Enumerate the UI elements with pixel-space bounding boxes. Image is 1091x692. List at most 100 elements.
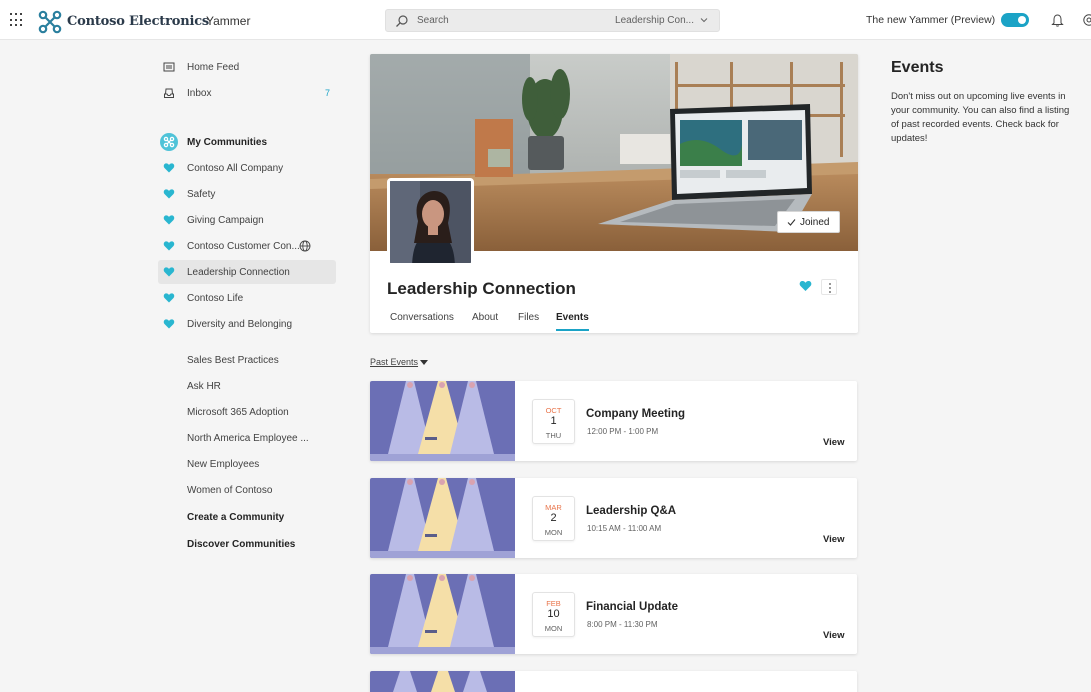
sidebar-item-favorite[interactable]: Contoso Customer Con... xyxy=(158,234,336,258)
event-banner-image xyxy=(370,478,515,558)
sidebar-item-label: Leadership Connection xyxy=(187,267,290,278)
events-panel-title: Events xyxy=(891,59,944,76)
globe-icon xyxy=(299,240,311,252)
sidebar-item-favorite[interactable]: Contoso All Company xyxy=(158,156,336,180)
settings-icon[interactable] xyxy=(1082,13,1091,27)
search-input[interactable]: Search xyxy=(417,15,449,26)
community-avatar xyxy=(387,178,474,266)
event-title[interactable]: Company Meeting xyxy=(586,408,685,420)
inbox-icon xyxy=(164,88,174,98)
sidebar-item-label: Ask HR xyxy=(187,381,221,392)
tab-conversations[interactable]: Conversations xyxy=(390,312,454,323)
app-launcher-icon[interactable] xyxy=(10,13,24,27)
sidebar-item-label: Contoso Customer Con... xyxy=(187,241,300,252)
event-banner-image xyxy=(370,671,515,692)
sidebar-item-community[interactable]: Sales Best Practices xyxy=(158,348,336,372)
contoso-logo-icon[interactable] xyxy=(38,10,62,34)
preview-label: The new Yammer (Preview) xyxy=(866,14,996,26)
search-scope-dropdown[interactable]: Leadership Con... xyxy=(615,15,694,26)
event-card[interactable]: MAR 2 MON Leadership Q&A 10:15 AM - 11:00 AM… xyxy=(370,478,857,558)
sidebar-item-label: New Employees xyxy=(187,459,260,470)
top-bar: Contoso Electronics Yammer Search Leader… xyxy=(0,0,1091,40)
sidebar-item-label: Microsoft 365 Adoption xyxy=(187,407,289,418)
sidebar-item-community[interactable]: Women of Contoso xyxy=(158,478,336,502)
event-date: OCT 1 THU xyxy=(532,399,575,444)
preview-toggle[interactable] xyxy=(1001,13,1029,27)
communities-icon xyxy=(160,133,178,151)
sidebar-item-label: Safety xyxy=(187,189,216,200)
heart-icon xyxy=(163,215,175,225)
caret-down-icon[interactable] xyxy=(420,360,428,365)
event-card[interactable] xyxy=(370,671,857,692)
view-event-button[interactable]: View xyxy=(823,437,844,448)
event-title[interactable]: Financial Update xyxy=(586,601,678,613)
sidebar-item-favorite[interactable]: Safety xyxy=(158,182,336,206)
sidebar-item-inbox[interactable]: Inbox 7 xyxy=(158,81,336,105)
event-month: MAR xyxy=(545,503,562,512)
sidebar-item-favorite[interactable]: Contoso Life xyxy=(158,286,336,310)
inbox-count-badge: 7 xyxy=(324,88,330,98)
home-feed-icon xyxy=(163,62,175,72)
heart-icon xyxy=(163,241,175,251)
event-date: FEB 10 MON xyxy=(532,592,575,637)
sidebar-item-favorite[interactable]: Giving Campaign xyxy=(158,208,336,232)
sidebar-item-favorite[interactable]: Diversity and Belonging xyxy=(158,312,336,336)
sidebar-item-community[interactable]: Ask HR xyxy=(158,374,336,398)
view-event-button[interactable]: View xyxy=(823,630,844,641)
event-month: FEB xyxy=(546,599,561,608)
past-events-filter[interactable]: Past Events xyxy=(370,357,418,367)
create-community-label: Create a Community xyxy=(187,512,285,523)
event-weekday: MON xyxy=(544,528,563,537)
heart-icon xyxy=(163,319,175,329)
sidebar-item-community[interactable]: North America Employee ... xyxy=(158,426,336,450)
community-header-card: Joined Leadership Connection Conversatio… xyxy=(370,54,858,333)
sidebar-item-community[interactable]: New Employees xyxy=(158,452,336,476)
joined-button[interactable]: Joined xyxy=(777,211,840,233)
tab-files[interactable]: Files xyxy=(518,312,539,323)
heart-icon xyxy=(163,267,175,277)
favorite-heart-icon[interactable] xyxy=(799,280,812,292)
event-day: 1 xyxy=(550,415,557,427)
event-banner-image xyxy=(370,381,515,461)
sidebar-item-label: Contoso Life xyxy=(187,293,244,304)
more-options-button[interactable] xyxy=(821,279,837,295)
event-card[interactable]: FEB 10 MON Financial Update 8:00 PM - 11:30 … xyxy=(370,574,857,654)
event-card[interactable]: OCT 1 THU Company Meeting 12:00 PM - 1:00 PM… xyxy=(370,381,857,461)
heart-icon xyxy=(163,189,175,199)
chevron-down-icon[interactable] xyxy=(699,15,709,25)
bell-icon[interactable] xyxy=(1051,13,1064,27)
sidebar-item-label: Sales Best Practices xyxy=(187,355,279,366)
search-box[interactable]: Search Leadership Con... xyxy=(385,9,720,32)
tab-about[interactable]: About xyxy=(472,312,498,323)
tab-events[interactable]: Events xyxy=(556,312,589,331)
sidebar-item-label: Women of Contoso xyxy=(187,485,273,496)
sidebar-item-label: Inbox xyxy=(187,88,212,99)
event-banner-image xyxy=(370,574,515,654)
checkmark-icon xyxy=(787,219,796,226)
search-icon xyxy=(396,15,408,27)
event-time: 8:00 PM - 11:30 PM xyxy=(587,620,658,629)
event-day: 2 xyxy=(550,512,557,524)
discover-communities-link[interactable]: Discover Communities xyxy=(158,532,336,556)
sidebar-item-label: Home Feed xyxy=(187,62,240,73)
create-community-link[interactable]: Create a Community xyxy=(158,505,336,529)
sidebar-item-home-feed[interactable]: Home Feed xyxy=(158,55,336,79)
sidebar-item-favorite[interactable]: Leadership Connection xyxy=(158,260,336,284)
sidebar-item-community[interactable]: Microsoft 365 Adoption xyxy=(158,400,336,424)
event-time: 12:00 PM - 1:00 PM xyxy=(587,427,659,436)
sidebar-item-my-communities[interactable]: My Communities xyxy=(158,130,336,154)
event-time: 10:15 AM - 11:00 AM xyxy=(587,524,662,533)
heart-icon xyxy=(163,293,175,303)
event-date: MAR 2 MON xyxy=(532,496,575,541)
heart-icon xyxy=(163,163,175,173)
discover-communities-label: Discover Communities xyxy=(187,539,296,550)
event-weekday: THU xyxy=(545,431,562,440)
org-name[interactable]: Contoso Electronics xyxy=(67,14,209,29)
app-name[interactable]: Yammer xyxy=(206,14,250,28)
event-weekday: MON xyxy=(544,624,563,633)
event-title[interactable]: Leadership Q&A xyxy=(586,505,676,517)
events-panel-description: Don't miss out on upcoming live events i… xyxy=(891,91,1070,144)
sidebar-item-label: Diversity and Belonging xyxy=(187,319,293,330)
view-event-button[interactable]: View xyxy=(823,534,844,545)
event-day: 10 xyxy=(547,608,560,620)
